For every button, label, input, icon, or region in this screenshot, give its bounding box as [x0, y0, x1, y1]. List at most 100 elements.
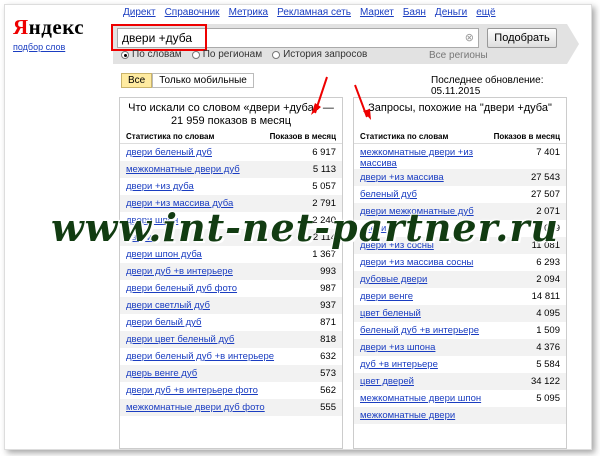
query-link[interactable]: двери беленый дуб: [126, 147, 212, 158]
table-row: двери межкомнатные дуб 2 071: [354, 203, 566, 220]
left-panel: Что искали со словом «двери +дуба» — 21 …: [119, 97, 343, 449]
nav-directory[interactable]: Справочник: [165, 7, 220, 18]
impressions-count: 34 122: [530, 376, 560, 387]
query-link[interactable]: межкомнатные двери дуб фото: [126, 402, 265, 413]
screenshot-frame: Яндекс подбор слов Директ Справочник Мет…: [4, 4, 592, 450]
table-row: цвет дверей 34 122: [354, 373, 566, 390]
query-link[interactable]: двери беленый дуб +в интерьере: [126, 351, 274, 362]
table-row: двери дуб +в интерьере 993: [120, 263, 342, 280]
table-row: двери +из сосны 11 081: [354, 237, 566, 254]
query-link[interactable]: двери дуб +в интерьере фото: [126, 385, 258, 396]
nav-money[interactable]: Деньги: [435, 7, 467, 18]
table-row: двери цвет беленый дуб 818: [120, 331, 342, 348]
impressions-count: 2 049: [536, 223, 560, 234]
table-row: двери светлый дуб 937: [120, 297, 342, 314]
table-row: межкомнатные двери дуб фото 555: [120, 399, 342, 416]
radio-by-words[interactable]: По словам: [121, 49, 182, 60]
table-row: двери +из дуба 5 057: [120, 178, 342, 195]
query-link[interactable]: двери: [360, 223, 386, 234]
impressions-count: 5 584: [536, 359, 560, 370]
query-link[interactable]: дубовые двери: [360, 274, 427, 285]
query-link[interactable]: двери светлый дуб: [126, 300, 210, 311]
query-link[interactable]: двери венге: [360, 291, 413, 302]
radio-icon: [272, 50, 281, 59]
impressions-count: 4 376: [536, 342, 560, 353]
query-link[interactable]: межкомнатные двери +из массива: [360, 147, 510, 169]
regions-selector[interactable]: Все регионы: [429, 50, 488, 61]
query-link[interactable]: двери беленый дуб фото: [126, 283, 237, 294]
query-link[interactable]: двери: [126, 232, 152, 243]
tab-all[interactable]: Все: [121, 73, 153, 88]
query-link[interactable]: двери цвет беленый дуб: [126, 334, 234, 345]
impressions-count: 2 791: [312, 198, 336, 209]
impressions-count: 6 917: [312, 147, 336, 158]
impressions-count: 4 095: [536, 308, 560, 319]
table-row: двери 2 049: [354, 220, 566, 237]
impressions-count: 14 811: [531, 291, 560, 302]
table-row: двери беленый дуб 6 917: [120, 144, 342, 161]
nav-ad-network[interactable]: Рекламная сеть: [277, 7, 351, 18]
tab-mobile-only[interactable]: Только мобильные: [152, 73, 254, 88]
nav-more[interactable]: ещё: [476, 7, 495, 18]
wordstat-link[interactable]: подбор слов: [13, 42, 83, 52]
nav-market[interactable]: Маркет: [360, 7, 394, 18]
impressions-count: 562: [320, 385, 336, 396]
query-link[interactable]: двери шпон: [126, 215, 178, 226]
radio-history[interactable]: История запросов: [272, 49, 367, 60]
radio-icon: [191, 50, 200, 59]
impressions-count: 555: [320, 402, 336, 413]
query-link[interactable]: двери межкомнатные дуб: [360, 206, 474, 217]
query-link[interactable]: двери +из массива: [360, 172, 444, 183]
query-link[interactable]: цвет беленый: [360, 308, 421, 319]
impressions-count: 1 509: [536, 325, 560, 336]
nav-metrica[interactable]: Метрика: [229, 7, 269, 18]
impressions-count: 2 071: [536, 206, 560, 217]
table-row: двери +из шпона 4 376: [354, 339, 566, 356]
right-column-headers: Статистика по словам Показов в месяц: [354, 130, 566, 144]
query-link[interactable]: двери +из массива дуба: [126, 198, 233, 209]
table-row: межкомнатные двери шпон 5 095: [354, 390, 566, 407]
query-link[interactable]: цвет дверей: [360, 376, 414, 387]
query-link[interactable]: межкомнатные двери шпон: [360, 393, 481, 404]
nav-direct[interactable]: Директ: [123, 7, 156, 18]
query-link[interactable]: межкомнатные двери дуб: [126, 164, 240, 175]
clear-icon[interactable]: ⊗: [465, 31, 474, 44]
last-updated: Последнее обновление: 05.11.2015: [431, 75, 544, 97]
impressions-count: 27 507: [530, 189, 560, 200]
query-link[interactable]: двери дуб +в интерьере: [126, 266, 233, 277]
query-link[interactable]: двери белый дуб: [126, 317, 201, 328]
query-link[interactable]: двери +из дуба: [126, 181, 194, 192]
table-row: дубовые двери 2 094: [354, 271, 566, 288]
left-panel-title: Что искали со словом «двери +дуба» — 21 …: [128, 102, 334, 127]
radio-by-regions[interactable]: По регионам: [191, 49, 262, 60]
query-link[interactable]: беленый дуб +в интерьере: [360, 325, 479, 336]
impressions-count: 937: [320, 300, 336, 311]
search-box: ⊗: [117, 28, 479, 48]
nav-bayan[interactable]: Баян: [403, 7, 426, 18]
impressions-count: 2 240: [312, 215, 336, 226]
table-row: двери +из массива дуба 2 791: [120, 195, 342, 212]
query-link[interactable]: межкомнатные двери: [360, 410, 455, 421]
table-row: двери белый дуб 871: [120, 314, 342, 331]
impressions-count: 6 293: [536, 257, 560, 268]
table-row: беленый дуб +в интерьере 1 509: [354, 322, 566, 339]
search-input[interactable]: [118, 29, 458, 47]
query-link[interactable]: двери шпон дуба: [126, 249, 202, 260]
table-row: двери 2 114: [120, 229, 342, 246]
logo-wordmark: Яндекс: [13, 15, 85, 39]
table-row: цвет беленый 4 095: [354, 305, 566, 322]
impressions-count: 11 081: [531, 240, 560, 251]
query-link[interactable]: двери +из сосны: [360, 240, 434, 251]
query-link[interactable]: беленый дуб: [360, 189, 417, 200]
query-link[interactable]: двери +из массива сосны: [360, 257, 473, 268]
query-link[interactable]: дуб +в интерьере: [360, 359, 438, 370]
query-link[interactable]: двери +из шпона: [360, 342, 435, 353]
table-row: двери беленый дуб +в интерьере 632: [120, 348, 342, 365]
top-navigation: Директ Справочник Метрика Рекламная сеть…: [123, 7, 496, 18]
impressions-count: 993: [320, 266, 336, 277]
find-button[interactable]: Подобрать: [487, 28, 557, 48]
yandex-logo[interactable]: Яндекс подбор слов: [13, 15, 85, 52]
table-row: межкомнатные двери: [354, 407, 566, 424]
impressions-count: 818: [320, 334, 336, 345]
query-link[interactable]: дверь венге дуб: [126, 368, 197, 379]
